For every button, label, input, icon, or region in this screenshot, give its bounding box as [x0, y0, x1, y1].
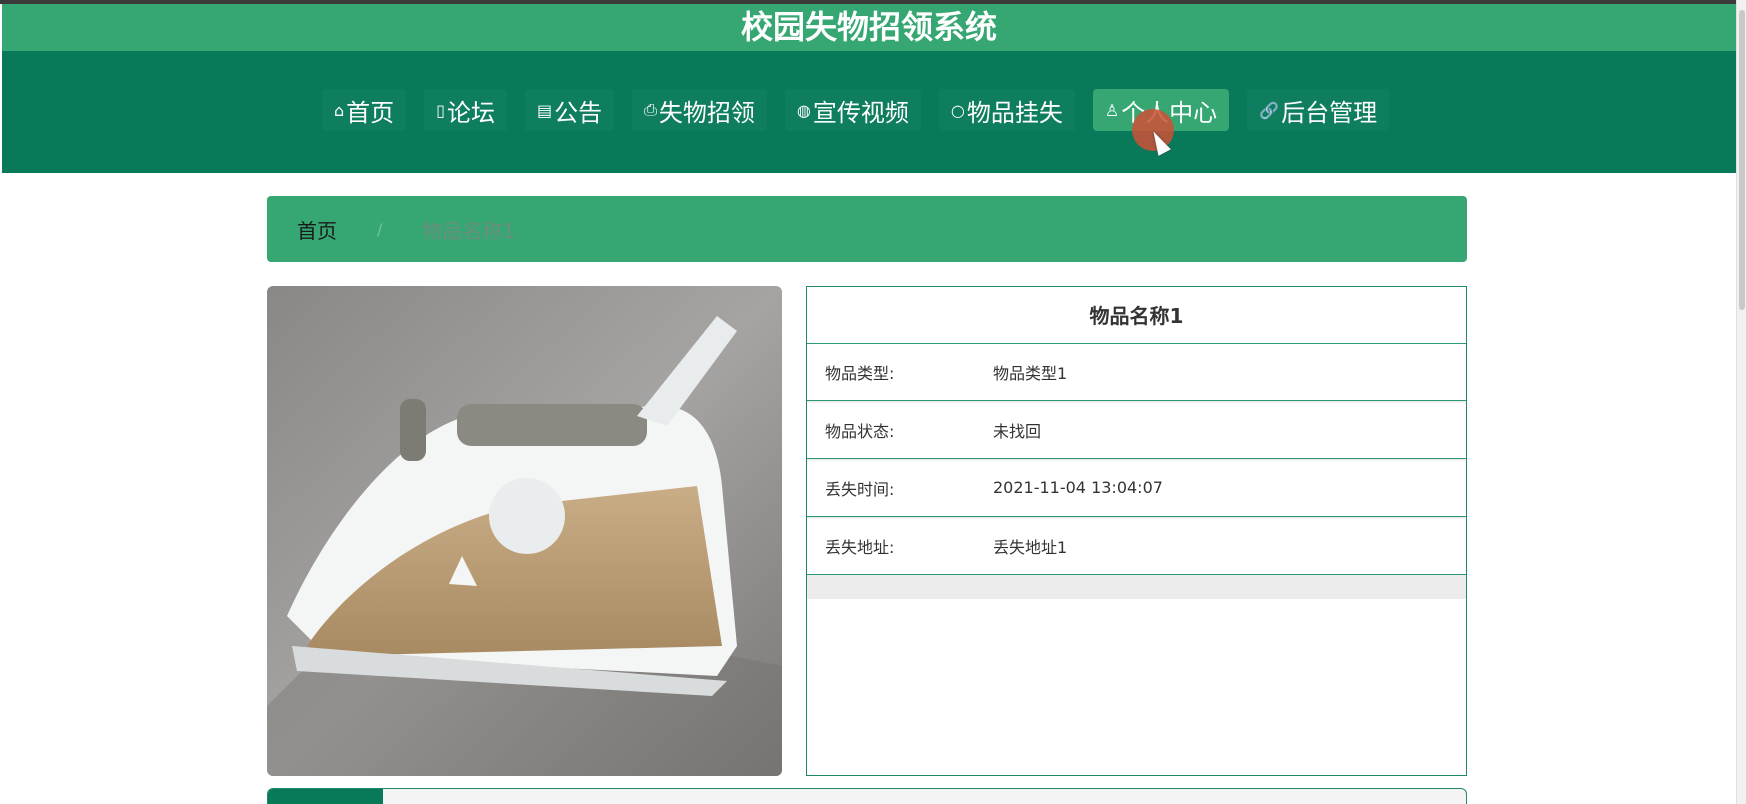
nav-video[interactable]: ◍ 宣传视频 [785, 89, 921, 131]
nav-label: 首页 [346, 98, 395, 127]
detail-value: 丢失地址1 [993, 537, 1068, 557]
user-icon: ♙ [1104, 100, 1120, 120]
page-scrollbar[interactable] [1736, 0, 1746, 804]
nav-label: 宣传视频 [812, 98, 909, 127]
detail-label: 丢失地址: [825, 537, 895, 557]
breadcrumb-current: 物品名称1 [422, 218, 516, 243]
nav-label: 失物招领 [658, 98, 755, 127]
site-title: 校园失物招领系统 [2, 4, 1736, 51]
nav-admin[interactable]: 🔗 后台管理 [1247, 89, 1389, 131]
detail-row-lost-time: 丢失时间: 2021-11-04 13:04:07 [807, 459, 1466, 517]
detail-label: 物品状态: [825, 421, 895, 441]
forum-icon: ▯ [436, 100, 445, 120]
nav-label: 论坛 [446, 98, 495, 127]
item-name-title: 物品名称1 [1089, 304, 1184, 328]
breadcrumb-home-link[interactable]: 首页 [297, 215, 337, 244]
nav-label: 公告 [554, 98, 603, 127]
main-nav-bar: ⌂ 首页 ▯ 论坛 ▤ 公告 ⎙ 失物招领 ◍ 宣传视频 ○ 物品挂失 ♙ 个人中心 🔗 后台管… [2, 51, 1736, 173]
bottom-tab-bar [267, 788, 1467, 804]
nav-forum[interactable]: ▯ 论坛 [424, 89, 507, 131]
detail-label: 物品类型: [825, 364, 895, 383]
nav-home[interactable]: ⌂ 首页 [322, 89, 406, 131]
iron-photo-image [267, 286, 782, 776]
item-photo [267, 286, 782, 776]
detail-value: 未找回 [993, 421, 1042, 441]
scrollbar-thumb[interactable] [1739, 10, 1745, 310]
breadcrumb-separator: / [377, 219, 383, 239]
detail-label: 丢失时间: [825, 479, 895, 499]
nav-report-loss[interactable]: ○ 物品挂失 [939, 89, 1075, 131]
detail-value: 2021-11-04 13:04:07 [993, 478, 1163, 497]
lost-found-icon: ⎙ [644, 100, 657, 119]
nav-lost-found[interactable]: ⎙ 失物招领 [632, 89, 767, 131]
detail-row-type: 物品类型: 物品类型1 [807, 343, 1466, 401]
detail-divider [807, 575, 1466, 599]
tab-active[interactable] [268, 789, 383, 804]
item-detail-panel: 物品名称1 物品类型: 物品类型1 物品状态: 未找回 丢失时间: 2021-1… [806, 286, 1467, 776]
nav-label: 物品挂失 [966, 98, 1063, 127]
main-nav: ⌂ 首页 ▯ 论坛 ▤ 公告 ⎙ 失物招领 ◍ 宣传视频 ○ 物品挂失 ♙ 个人中心 🔗 后台管… [322, 89, 1389, 131]
video-icon: ◍ [796, 100, 811, 120]
notice-icon: ▤ [536, 100, 553, 120]
link-icon: 🔗 [1259, 100, 1280, 120]
nav-label: 后台管理 [1281, 98, 1378, 127]
detail-value: 物品类型1 [993, 364, 1068, 383]
detail-row-status: 物品状态: 未找回 [807, 401, 1466, 459]
detail-row-lost-address: 丢失地址: 丢失地址1 [807, 517, 1466, 575]
home-icon: ⌂ [334, 100, 345, 120]
report-loss-icon: ○ [950, 100, 965, 120]
breadcrumb: 首页 / 物品名称1 [267, 196, 1467, 262]
nav-notice[interactable]: ▤ 公告 [525, 89, 614, 131]
